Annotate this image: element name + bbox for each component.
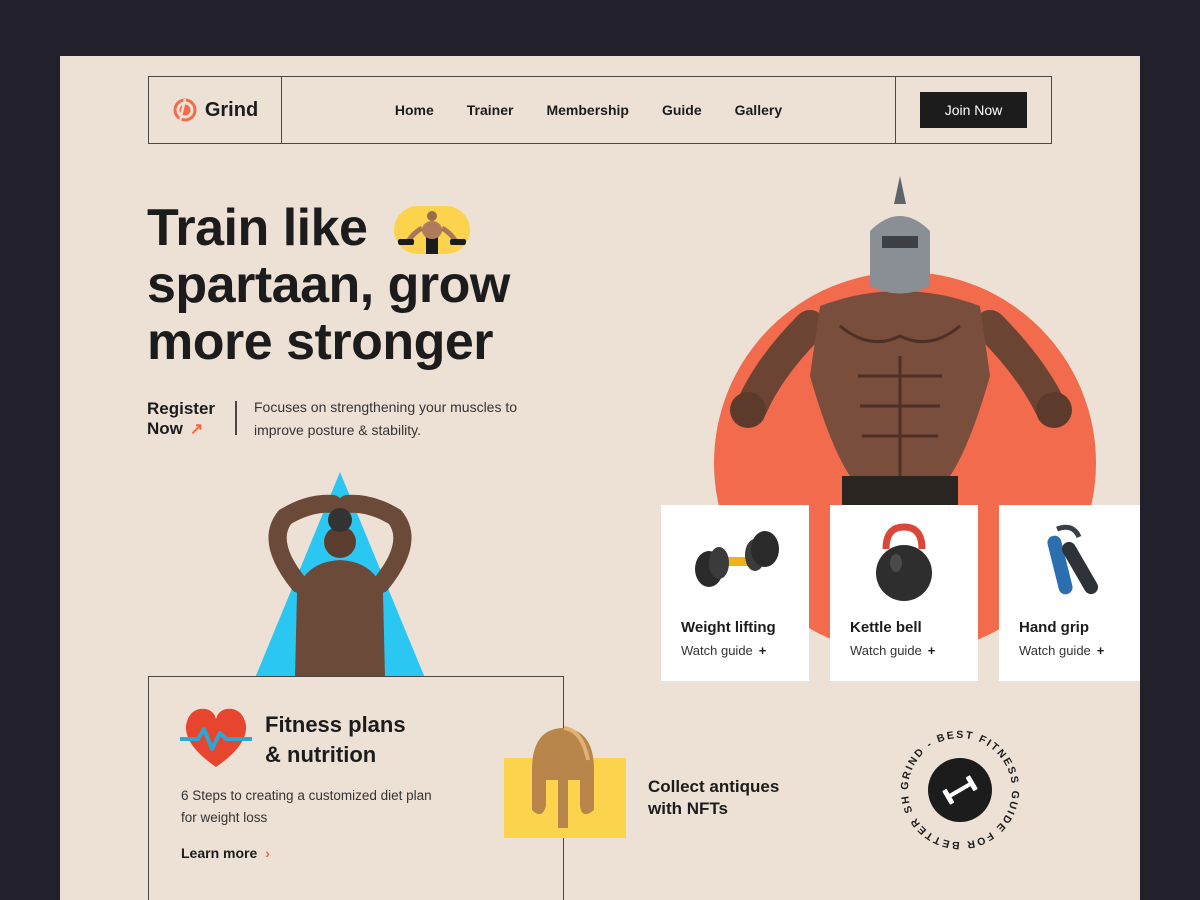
nft-promo-text[interactable]: Collect antiques with NFTs (648, 776, 779, 820)
gladiator-image (730, 176, 1072, 506)
fitness-title-line: Fitness plans (265, 712, 406, 737)
athlete-back-image (255, 472, 425, 678)
fitness-description: 6 Steps to creating a customized diet pl… (181, 788, 432, 825)
equipment-card[interactable]: Weight lifting Watch guide + (661, 505, 809, 681)
navbar: Grind Home Trainer Membership Guide Gall… (148, 76, 1052, 144)
nav-link-gallery[interactable]: Gallery (735, 102, 782, 118)
kettlebell-icon (876, 523, 932, 601)
landing-page: Grind Home Trainer Membership Guide Gall… (60, 56, 1140, 900)
spartan-helmet-icon (532, 726, 594, 828)
join-now-button[interactable]: Join Now (919, 92, 1028, 128)
card-link-label: Watch guide (681, 643, 753, 658)
equipment-card[interactable]: Hand grip Watch guide + (999, 505, 1140, 681)
nav-link-guide[interactable]: Guide (662, 102, 702, 118)
plus-icon: + (758, 643, 767, 658)
card-title: Weight lifting (681, 619, 776, 636)
watch-guide-link[interactable]: Watch guide + (850, 643, 935, 658)
nav-link-home[interactable]: Home (395, 102, 434, 118)
nav-cta: Join Now (895, 77, 1051, 143)
nft-text-line: with NFTs (648, 799, 728, 818)
logo-icon (173, 98, 197, 122)
plus-icon: + (1096, 643, 1105, 658)
divider (235, 401, 237, 435)
heart-pulse-icon (180, 708, 252, 767)
nav-link-trainer[interactable]: Trainer (467, 102, 514, 118)
register-label: Register (147, 399, 216, 418)
watch-guide-link[interactable]: Watch guide + (1019, 643, 1104, 658)
hand-grip-icon (1047, 524, 1098, 595)
learn-more-label: Learn more (181, 845, 258, 861)
athlete-dumbbell-image (398, 211, 466, 254)
register-now-link[interactable]: Register Now ↗ (147, 399, 215, 440)
brand-logo[interactable]: Grind (149, 77, 282, 143)
dumbbell-icon (695, 531, 779, 587)
nav-links: Home Trainer Membership Guide Gallery (282, 77, 895, 143)
hero-description: Focuses on strengthening your muscles to… (254, 399, 518, 438)
brand-name: Grind (204, 98, 259, 121)
nav-link-membership[interactable]: Membership (546, 102, 628, 118)
rotating-badge[interactable]: GRIND - BEST FITNESS GUIDE FOR BETTER SH… (896, 726, 1024, 854)
chevron-right-icon: › (265, 845, 270, 861)
arrow-up-right-icon: ↗ (189, 421, 204, 438)
fitness-title-line: & nutrition (265, 742, 377, 767)
card-link-label: Watch guide (850, 643, 922, 658)
fitness-title: Fitness plans & nutrition (265, 710, 406, 770)
hero-title-line: more stronger (147, 313, 494, 371)
register-label: Now (147, 419, 183, 438)
nft-text-line: Collect antiques (648, 777, 780, 796)
card-title: Kettle bell (850, 619, 922, 636)
card-link-label: Watch guide (1019, 643, 1091, 658)
learn-more-link[interactable]: Learn more › (181, 845, 270, 861)
equipment-card[interactable]: Kettle bell Watch guide + (830, 505, 978, 681)
card-title: Hand grip (1019, 619, 1089, 636)
plus-icon: + (927, 643, 936, 658)
fitness-plans-card: Fitness plans & nutrition 6 Steps to cre… (148, 676, 564, 900)
watch-guide-link[interactable]: Watch guide + (681, 643, 766, 658)
hero-title-line: spartaan, grow (147, 256, 510, 314)
hero-athlete-chip (394, 206, 470, 254)
